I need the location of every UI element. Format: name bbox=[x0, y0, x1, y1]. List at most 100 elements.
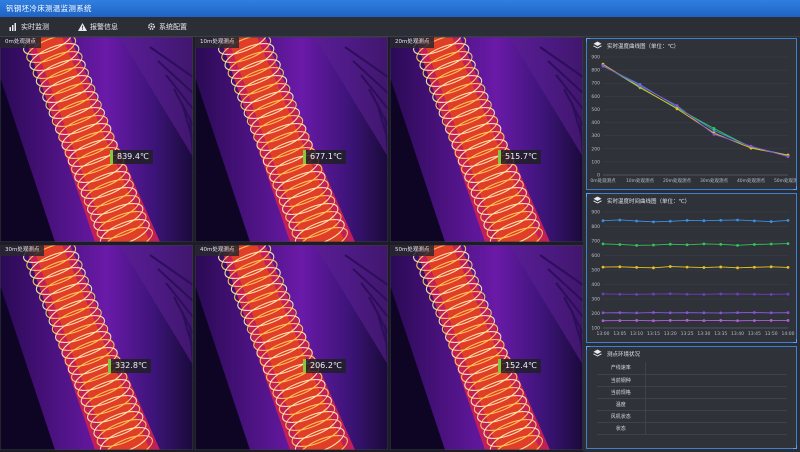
data-point bbox=[635, 319, 639, 322]
data-point bbox=[712, 132, 716, 136]
panel-header: 实时温度曲线图（单位：℃） bbox=[587, 39, 796, 52]
tab-realtime-monitor[interactable]: 实时监测 bbox=[8, 22, 49, 32]
row-value bbox=[645, 362, 787, 375]
data-point bbox=[618, 292, 622, 296]
data-point bbox=[752, 319, 756, 323]
data-point bbox=[635, 243, 639, 247]
row-value bbox=[645, 386, 787, 399]
camera-label: 40m处观测点 bbox=[195, 245, 240, 256]
x-tick-label: 50m处观测点 bbox=[774, 177, 796, 184]
x-tick-label: 13:35 bbox=[714, 331, 727, 337]
data-point bbox=[668, 319, 672, 322]
row-label: 当前规格 bbox=[597, 386, 646, 399]
camera-label: 50m处观测点 bbox=[390, 245, 435, 256]
chart-canvas: 100 200 300 400 500 600 700 800 900 13:00 13:05 13:… bbox=[591, 210, 794, 338]
panel-corner bbox=[793, 339, 797, 343]
series-line bbox=[602, 293, 789, 295]
data-point bbox=[601, 265, 605, 269]
data-point bbox=[749, 144, 753, 148]
y-tick-label: 100 bbox=[591, 326, 600, 332]
camera-view[interactable]: 50m处观测点 152.4℃ bbox=[390, 245, 583, 450]
data-point bbox=[786, 242, 790, 246]
thermal-image bbox=[195, 37, 388, 242]
data-point bbox=[786, 319, 790, 322]
series-line bbox=[602, 243, 789, 246]
x-tick-label: 10m处观测点 bbox=[626, 177, 655, 184]
data-point bbox=[652, 319, 655, 323]
camera-view[interactable]: 40m处观测点 206.2℃ bbox=[195, 245, 388, 450]
window-title: 钒钢坯冷床测温监测系统 bbox=[0, 0, 800, 17]
panel-corner bbox=[586, 193, 590, 197]
row-label: 当前钢种 bbox=[597, 374, 646, 387]
layers-icon bbox=[593, 41, 602, 50]
data-point bbox=[719, 218, 723, 222]
camera-view[interactable]: 0m处观测点 839.4℃ bbox=[0, 37, 193, 242]
data-point bbox=[685, 265, 689, 269]
y-tick-label: 600 bbox=[591, 253, 600, 259]
panel-header: 实时温度时间曲线图（单位：℃） bbox=[587, 194, 796, 207]
y-tick-label: 200 bbox=[591, 311, 600, 317]
data-point bbox=[618, 218, 622, 222]
row-value bbox=[645, 410, 787, 423]
data-point bbox=[752, 219, 756, 223]
data-point bbox=[601, 242, 605, 246]
y-tick-label: 700 bbox=[591, 81, 600, 87]
row-value bbox=[645, 422, 787, 435]
data-point bbox=[719, 319, 723, 322]
panel-title: 实时温度曲线图（单位：℃） bbox=[607, 43, 680, 50]
camera-view[interactable]: 10m处观测点 677.1℃ bbox=[195, 37, 388, 242]
position-temperature-panel: 实时温度曲线图（单位：℃） 0 100 200 300 400 500 600 700 800 9… bbox=[586, 38, 797, 190]
data-point bbox=[652, 292, 655, 296]
x-tick-label: 30m处观测点 bbox=[700, 177, 729, 184]
data-point bbox=[601, 219, 605, 223]
table-row: 状态 bbox=[597, 422, 787, 435]
temperature-readout: 515.7℃ bbox=[498, 150, 541, 164]
data-point bbox=[635, 292, 639, 296]
y-tick-label: 500 bbox=[591, 107, 600, 113]
data-point bbox=[786, 219, 790, 222]
data-point bbox=[635, 311, 639, 315]
panel-corner bbox=[793, 186, 797, 190]
side-panel: 实时温度曲线图（单位：℃） 0 100 200 300 400 500 600 700 800 9… bbox=[583, 37, 800, 452]
row-label: 状态 bbox=[597, 422, 646, 435]
row-value bbox=[645, 374, 787, 387]
x-tick-label: 13:30 bbox=[697, 331, 710, 337]
data-point bbox=[702, 311, 706, 315]
camera-view[interactable]: 30m处观测点 332.8℃ bbox=[0, 245, 193, 450]
x-tick-label: 13:25 bbox=[681, 331, 694, 337]
data-point bbox=[769, 319, 773, 322]
data-point bbox=[675, 107, 679, 111]
time-temperature-chart: 100 200 300 400 500 600 700 800 900 13:00 13:05 13:… bbox=[587, 207, 796, 342]
thermal-image bbox=[390, 37, 583, 242]
data-point bbox=[618, 265, 622, 269]
tab-system-config[interactable]: 系统配置 bbox=[146, 22, 187, 32]
data-point bbox=[618, 319, 622, 323]
data-point bbox=[719, 265, 723, 269]
panel-title: 实时温度时间曲线图（单位：℃） bbox=[607, 198, 691, 205]
panel-header: 测点环境状况 bbox=[587, 347, 796, 360]
data-point bbox=[769, 220, 773, 223]
row-value bbox=[645, 398, 787, 411]
data-point bbox=[736, 311, 739, 315]
data-point bbox=[685, 219, 689, 222]
row-label: 产线速率 bbox=[597, 362, 646, 375]
data-point bbox=[719, 242, 723, 246]
series-line bbox=[602, 64, 789, 157]
thermal-image bbox=[390, 245, 583, 450]
x-tick-label: 13:05 bbox=[613, 331, 626, 337]
thermal-image bbox=[195, 245, 388, 450]
x-tick-label: 13:50 bbox=[765, 331, 778, 337]
data-point bbox=[601, 319, 605, 323]
camera-view[interactable]: 20m处观测点 515.7℃ bbox=[390, 37, 583, 242]
x-tick-label: 13:20 bbox=[664, 331, 677, 337]
gear-icon bbox=[146, 22, 156, 32]
tab-label: 系统配置 bbox=[159, 22, 187, 31]
data-point bbox=[752, 292, 756, 296]
data-point bbox=[601, 64, 605, 67]
camera-grid: 0m处观测点 839.4℃ 10m处观测点 677.1℃ 20m处观测点 515… bbox=[0, 37, 583, 452]
tab-alarm-info[interactable]: 报警信息 bbox=[77, 22, 118, 32]
position-temperature-chart: 0 100 200 300 400 500 600 700 800 900 0m处观测点 10m处观测… bbox=[587, 52, 796, 189]
y-tick-label: 500 bbox=[591, 268, 600, 274]
toolbar: 实时监测 报警信息 系统配置 bbox=[0, 17, 800, 37]
data-point bbox=[736, 243, 739, 247]
